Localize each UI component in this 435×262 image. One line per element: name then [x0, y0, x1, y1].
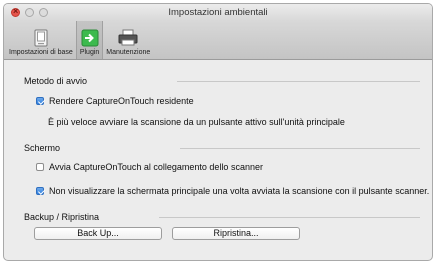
startup-heading: Metodo di avvio [24, 76, 88, 86]
backup-button[interactable]: Back Up... [34, 227, 162, 240]
autostart-checkbox[interactable] [36, 163, 44, 171]
resident-checkbox[interactable] [36, 97, 44, 105]
toolbar: Impostazioni di base Plugin Manutenzione [4, 21, 432, 60]
printer-icon [118, 29, 138, 46]
preferences-window: Impostazioni ambientali Impostazioni di … [3, 3, 433, 261]
autostart-option[interactable]: Avvia CaptureOnTouch al collegamento del… [36, 162, 263, 172]
title-bar: Impostazioni ambientali [4, 4, 432, 21]
autostart-label: Avvia CaptureOnTouch al collegamento del… [49, 162, 263, 172]
resident-option[interactable]: Rendere CaptureOnTouch residente [36, 96, 194, 106]
tab-basic-settings-label: Impostazioni di base [9, 49, 73, 56]
window-title: Impostazioni ambientali [168, 7, 268, 18]
tab-maintenance-label: Manutenzione [106, 49, 151, 56]
screen-heading: Schermo [24, 143, 61, 153]
restore-button[interactable]: Ripristina... [172, 227, 300, 240]
settings-panel: Metodo di avvio Rendere CaptureOnTouch r… [4, 60, 432, 260]
hide-main-label: Non visualizzare la schermata principale… [49, 186, 430, 196]
plugin-icon [81, 29, 99, 47]
tab-basic-settings[interactable]: Impostazioni di base [6, 21, 76, 59]
tab-plugin-label: Plugin [79, 49, 100, 56]
backup-divider [159, 216, 420, 218]
hide-main-option[interactable]: Non visualizzare la schermata principale… [36, 186, 429, 196]
backup-section-header: Backup / Ripristina [24, 212, 420, 222]
tab-maintenance[interactable]: Manutenzione [103, 21, 153, 59]
backup-heading: Backup / Ripristina [24, 212, 100, 222]
startup-note: È più veloce avviare la scansione da un … [48, 117, 345, 127]
resident-label: Rendere CaptureOnTouch residente [49, 96, 194, 106]
startup-divider [177, 80, 420, 82]
startup-section-header: Metodo di avvio [24, 76, 420, 86]
tab-plugin[interactable]: Plugin [75, 21, 104, 59]
basic-settings-icon [34, 29, 48, 47]
screen-section-header: Schermo [24, 143, 420, 153]
screen-divider [180, 147, 420, 149]
hide-main-checkbox[interactable] [36, 187, 44, 195]
